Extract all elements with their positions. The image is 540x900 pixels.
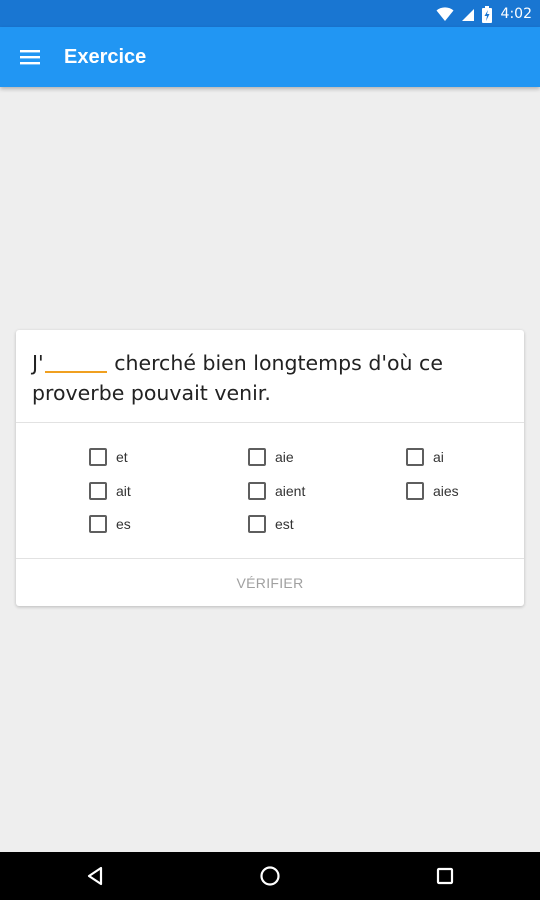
checkbox[interactable] [89, 448, 107, 466]
exercise-card: J' cherché bien longtemps d'où ce prover… [16, 330, 524, 606]
option-aie[interactable]: aie [248, 446, 294, 468]
back-icon [87, 866, 103, 886]
checkbox[interactable] [89, 482, 107, 500]
checkbox[interactable] [248, 448, 266, 466]
home-button[interactable] [254, 860, 286, 892]
option-label: est [275, 516, 294, 532]
option-et[interactable]: et [89, 446, 128, 468]
back-button[interactable] [79, 860, 111, 892]
recents-icon [436, 867, 454, 885]
option-ait[interactable]: ait [89, 480, 131, 502]
menu-button[interactable] [10, 37, 50, 77]
option-ai[interactable]: ai [406, 446, 444, 468]
option-label: aies [433, 483, 459, 499]
question-text: J' cherché bien longtemps d'où ce prover… [32, 348, 512, 408]
option-aies[interactable]: aies [406, 480, 459, 502]
option-label: es [116, 516, 131, 532]
checkbox[interactable] [89, 515, 107, 533]
status-icons: 4:02 [436, 4, 532, 24]
checkbox[interactable] [248, 515, 266, 533]
page-title: Exercice [64, 46, 147, 68]
status-bar: 4:02 [0, 0, 540, 27]
option-label: aie [275, 449, 294, 465]
divider [16, 422, 524, 423]
navigation-bar [0, 852, 540, 900]
question-prefix: J' [32, 351, 44, 375]
wifi-icon [436, 6, 454, 21]
status-time: 4:02 [500, 6, 532, 22]
verify-button[interactable]: VÉRIFIER [16, 559, 524, 606]
option-label: ai [433, 449, 444, 465]
answer-blank [44, 351, 107, 373]
option-label: et [116, 449, 128, 465]
option-aient[interactable]: aient [248, 480, 305, 502]
checkbox[interactable] [406, 448, 424, 466]
option-es[interactable]: es [89, 513, 131, 535]
option-est[interactable]: est [248, 513, 294, 535]
checkbox[interactable] [406, 482, 424, 500]
option-label: aient [275, 483, 306, 499]
cell-signal-icon [461, 8, 474, 21]
battery-charging-icon [481, 5, 492, 23]
checkbox[interactable] [248, 482, 266, 500]
app-bar: Exercice [0, 27, 540, 87]
hamburger-menu-icon [20, 50, 40, 65]
recents-button[interactable] [429, 860, 461, 892]
option-label: ait [116, 483, 131, 499]
home-icon [260, 866, 280, 886]
